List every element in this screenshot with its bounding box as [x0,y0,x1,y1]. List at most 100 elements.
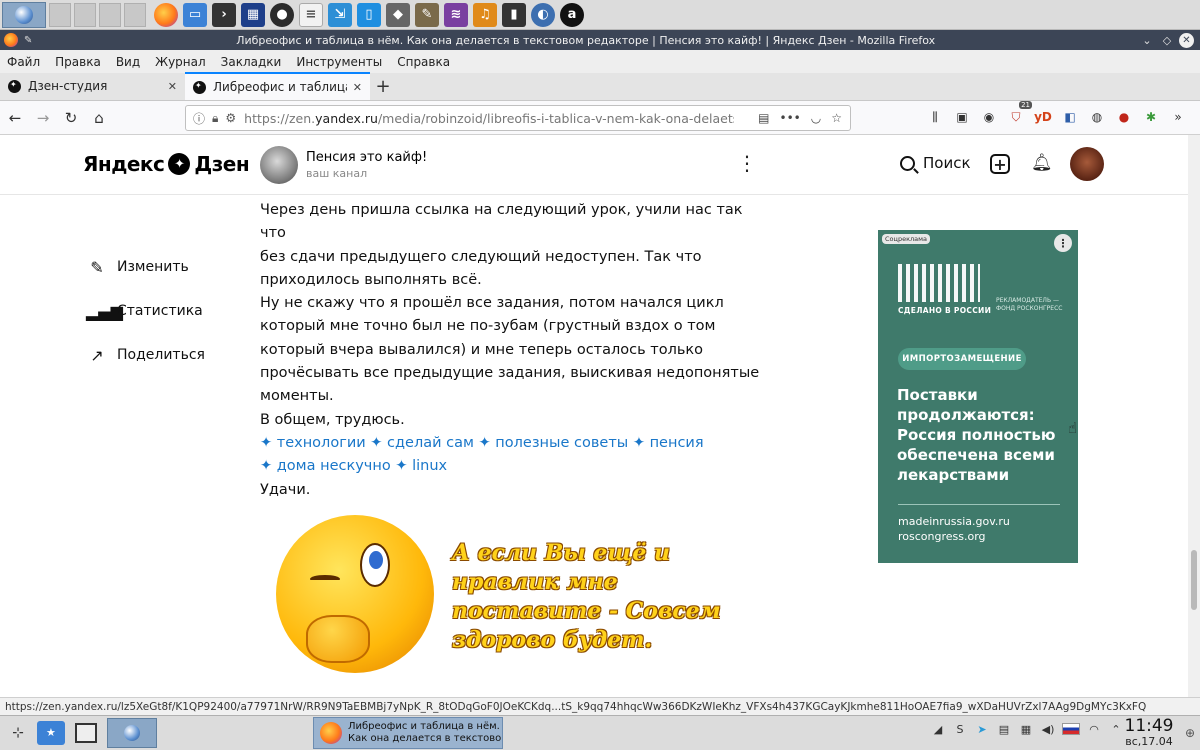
tags-line[interactable]: ✦ технологии ✦ сделай сам ✦ полезные сов… [260,432,760,455]
skype-icon[interactable]: S [952,721,968,737]
close-window-icon[interactable]: ✕ [1179,32,1194,48]
page-scrollbar[interactable] [1188,135,1200,697]
puzzle-icon[interactable]: ✱ [1141,107,1161,127]
filezilla-launcher-icon[interactable]: ▦ [241,2,265,27]
channel-info[interactable]: Пенсия это кайф! ваш канал [260,146,427,184]
notes-icon[interactable]: ▦ [1018,721,1034,737]
forward-icon[interactable]: → [30,105,56,131]
back-icon[interactable]: ← [2,105,28,131]
tray-arrow-icon[interactable]: ◢ [930,721,946,737]
desktop-pager-active[interactable] [107,718,157,748]
menu-edit[interactable]: Правка [55,55,101,69]
ad-link[interactable]: roscongress.org [898,529,1010,544]
info-icon[interactable]: ⓘ [193,110,205,127]
tab-close-icon[interactable]: ✕ [353,81,362,94]
window-titlebar[interactable]: ✎ Либреофис и таблица в нём. Как она дел… [0,30,1200,50]
panel-options-icon[interactable]: ⊕ [1185,726,1195,740]
pin-icon[interactable]: ✎ [24,35,32,46]
firefox-window-icon[interactable] [4,33,18,47]
page-actions-icon[interactable]: ••• [780,111,801,125]
reload-icon[interactable]: ↻ [58,105,84,131]
headphones-launcher-icon[interactable]: ♫ [473,2,497,27]
lock-icon[interactable]: 🔒︎ [212,111,218,126]
document-launcher-icon[interactable]: ▯ [357,2,381,27]
audio-editor-launcher-icon[interactable]: ≋ [444,2,468,27]
menu-tools[interactable]: Инструменты [296,55,382,69]
telegram-icon[interactable]: ➤ [974,721,990,737]
screenshot-launcher-icon[interactable]: ⇲ [328,2,352,27]
edit-action[interactable]: ✎ Изменить [86,245,205,289]
translate-icon[interactable]: ◧ [1060,107,1080,127]
ublock-icon[interactable]: ⛉ 21 [1006,101,1032,127]
pocket-icon[interactable]: ◡ [811,111,821,125]
permissions-icon[interactable]: ⚙ [225,111,236,125]
ad-banner[interactable]: Соцреклама ⋮ СДЕЛАНО В РОССИИ РЕКЛАМОДАТ… [878,230,1078,563]
channel-name[interactable]: Пенсия это кайф! [306,150,427,165]
notifications-bell-icon[interactable]: 🔔︎ [1031,153,1053,173]
bookmark-star-icon[interactable]: ☆ [831,111,842,125]
account-icon[interactable]: ◉ [979,107,999,127]
url-bar[interactable]: ⓘ 🔒︎ ⚙ https://zen.yandex.ru/media/robin… [185,105,851,131]
stats-action[interactable]: ▂▄▆ Статистика [86,289,205,333]
menu-view[interactable]: Вид [116,55,140,69]
clock[interactable]: 11:49 вс,17.04 [1118,717,1180,748]
anydesk-launcher-icon[interactable]: a [560,2,584,27]
tab-article[interactable]: Либреофис и таблица в нём ✕ [185,72,370,100]
menu-history[interactable]: Журнал [155,55,206,69]
clipboard-icon[interactable]: ▤ [996,721,1012,737]
hamburger-menu-icon[interactable]: ≡ [1195,107,1200,127]
article-line: Ну не скажу что я прошёл все задания, по… [260,295,724,312]
article-line: приходилось выполнять всё. [260,271,482,288]
minimize-icon[interactable]: ⌄ [1139,32,1155,48]
obs-launcher-icon[interactable]: ● [270,2,294,27]
menu-bookmarks[interactable]: Закладки [221,55,282,69]
ad-more-icon[interactable]: ⋮ [1054,234,1072,252]
overflow-menu-icon[interactable]: » [1168,107,1188,127]
inkscape-launcher-icon[interactable]: ◆ [386,2,410,27]
desktop-slot-5[interactable] [124,2,146,27]
desktop-slot-3[interactable] [74,2,96,27]
library-icon[interactable]: ⫼ [925,107,945,127]
extension-icon[interactable]: ◍ [1087,107,1107,127]
desktop-slot-4[interactable] [99,2,121,27]
menu-file[interactable]: Файл [7,55,40,69]
new-tab-button[interactable]: + [370,72,396,100]
file-manager-launcher-icon[interactable]: ▭ [183,2,207,27]
channel-avatar[interactable] [260,146,298,184]
yandex-disk-icon[interactable]: yD [1033,107,1053,127]
url-text[interactable]: https://zen.yandex.ru/media/robinzoid/li… [244,111,734,126]
virtualbox-launcher-icon[interactable]: ◐ [531,2,555,27]
text-editor-launcher-icon[interactable]: ≡ [299,2,323,27]
sidebar-icon[interactable]: ▣ [952,107,972,127]
wifi-icon[interactable]: ◠ [1086,721,1102,737]
tab-close-icon[interactable]: ✕ [168,80,177,93]
files-taskbar-icon[interactable] [37,721,65,745]
search-button[interactable]: Поиск [900,154,971,172]
volume-icon[interactable]: ◀) [1040,721,1056,737]
video-editor-launcher-icon[interactable]: ▮ [502,2,526,27]
share-action[interactable]: ↗ Поделиться [86,333,205,377]
home-icon[interactable]: ⌂ [86,105,112,131]
pencil-icon: ✎ [90,257,104,277]
zen-logo[interactable]: Яндекс ✦ Дзен [83,152,250,176]
keyboard-layout-ru-icon[interactable] [1062,723,1080,735]
user-avatar[interactable] [1070,147,1104,181]
show-desktop-icon[interactable] [75,723,97,743]
record-icon[interactable]: ● [1114,107,1134,127]
gimp-launcher-icon[interactable]: ✎ [415,2,439,27]
ad-link[interactable]: madeinrussia.gov.ru [898,514,1010,529]
application-menu-button[interactable] [2,1,46,28]
terminal-launcher-icon[interactable]: › [212,2,236,27]
reader-view-icon[interactable]: ▤ [758,111,769,125]
tab-zen-studio[interactable]: Дзен-студия ✕ [0,72,185,100]
maximize-icon[interactable]: ◇ [1159,32,1175,48]
more-options-icon[interactable]: ⋮ [737,153,757,173]
desktop-slot-2[interactable] [49,2,71,27]
create-post-icon[interactable]: + [990,154,1010,174]
menu-help[interactable]: Справка [397,55,450,69]
scrollbar-thumb[interactable] [1191,550,1197,610]
taskbar-firefox-task[interactable]: Либреофис и таблица в нём. Как она делае… [313,717,503,749]
tags-line[interactable]: ✦ дома нескучно ✦ linux [260,455,760,478]
kde-menu-icon[interactable]: ⊹ [3,718,33,748]
firefox-launcher-icon[interactable] [154,2,178,27]
